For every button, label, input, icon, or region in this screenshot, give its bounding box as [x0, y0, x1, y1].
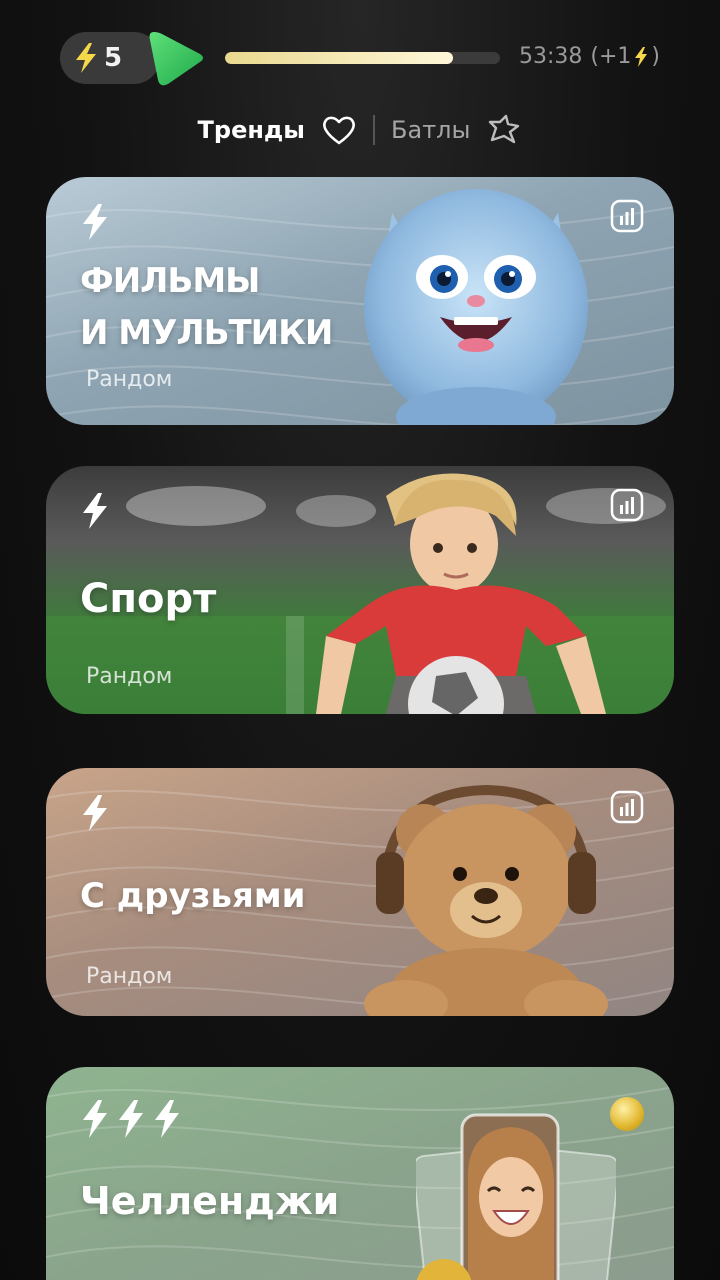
small-lightning-icon	[635, 46, 648, 67]
tab-trends[interactable]: Тренды	[198, 114, 358, 146]
card-movies[interactable]: ФИЛЬМЫ И МУЛЬТИКИ Рандом	[46, 177, 674, 425]
card-sport-title: Спорт	[80, 576, 217, 622]
card-challenges-title: Челленджи	[80, 1179, 340, 1223]
bolt-icon	[83, 795, 107, 831]
boy-with-soccer-ball-illustration	[316, 473, 606, 714]
energy-timer: 53:38 (+1 )	[519, 44, 660, 69]
category-tabs: Тренды Батлы	[0, 108, 720, 152]
card-challenges[interactable]: Челленджи	[46, 1067, 674, 1280]
star-icon	[489, 114, 520, 144]
heart-icon	[323, 116, 355, 145]
top-status-bar: 5 53:38 (+1 )	[60, 30, 660, 88]
bolt-icon	[83, 493, 107, 529]
tab-battles-label: Батлы	[391, 116, 471, 144]
card-movies-title: ФИЛЬМЫ И МУЛЬТИКИ	[80, 255, 333, 359]
fluffy-monster-illustration	[364, 189, 588, 425]
laughing-girl-cards-illustration	[416, 1113, 616, 1280]
tab-battles[interactable]: Батлы	[391, 114, 522, 146]
title-line-2: И МУЛЬТИКИ	[80, 313, 333, 353]
teddy-bear-headphones-illustration	[364, 784, 608, 1016]
triple-bolt-icon	[83, 1100, 179, 1138]
tab-trends-label: Тренды	[197, 116, 306, 144]
progress-fill	[225, 52, 454, 64]
card-friends[interactable]: С друзьями Рандом	[46, 768, 674, 1016]
energy-count: 5	[104, 43, 123, 73]
title-line-1: ФИЛЬМЫ	[80, 261, 260, 301]
card-sport[interactable]: Спорт Рандом	[46, 466, 674, 714]
play-icon[interactable]	[142, 28, 208, 90]
card-movies-subtitle: Рандом	[86, 367, 173, 392]
energy-progress-bar	[225, 52, 500, 64]
stats-icon[interactable]	[610, 199, 644, 233]
timer-bonus-prefix: (+1	[590, 44, 632, 69]
bolt-icon	[83, 204, 107, 240]
card-friends-subtitle: Рандом	[86, 964, 173, 989]
card-friends-title: С друзьями	[80, 876, 306, 916]
timer-value: 53:38	[518, 44, 583, 69]
tab-divider	[373, 115, 376, 145]
lightning-icon	[76, 43, 96, 73]
timer-bonus-suffix: )	[651, 44, 660, 69]
card-sport-subtitle: Рандом	[86, 664, 173, 689]
